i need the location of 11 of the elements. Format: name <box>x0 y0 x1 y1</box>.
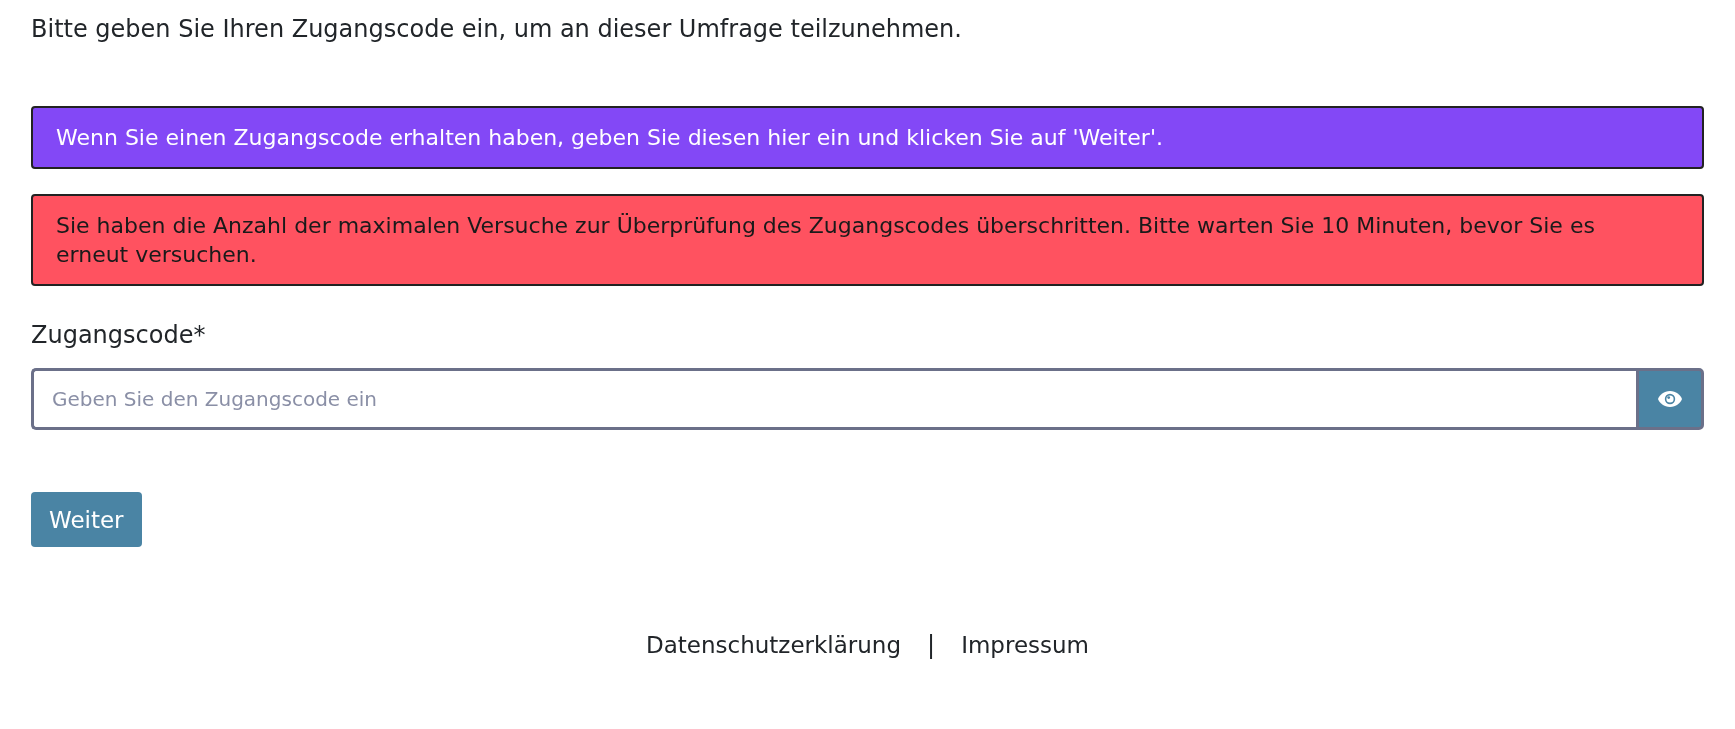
eye-icon <box>1657 390 1683 408</box>
intro-text: Bitte geben Sie Ihren Zugangscode ein, um an dieser Umfrage teilzunehmen. <box>31 14 963 45</box>
imprint-link[interactable]: Impressum <box>961 632 1089 658</box>
separator: | <box>927 631 936 659</box>
show-password-button[interactable] <box>1636 368 1704 430</box>
next-button[interactable]: Weiter <box>31 492 142 547</box>
privacy-link[interactable]: Datenschutzerklärung <box>646 632 902 658</box>
info-alert: Wenn Sie einen Zugangscode erhalten haben, geben Sie diesen hier ein und klicken Sie auf 'Weiter'. <box>31 106 1704 169</box>
error-alert: Sie haben die Anzahl der maximalen Versuche zur Überprüfung des Zugangscodes überschritten. Bitte warten Sie 10 Minuten, bevor Sie es erneut versuchen. <box>31 194 1704 286</box>
input-field[interactable]: Geben Sie den Zugangscode ein <box>31 368 1636 430</box>
field-label: Zugangscode* <box>31 320 207 350</box>
